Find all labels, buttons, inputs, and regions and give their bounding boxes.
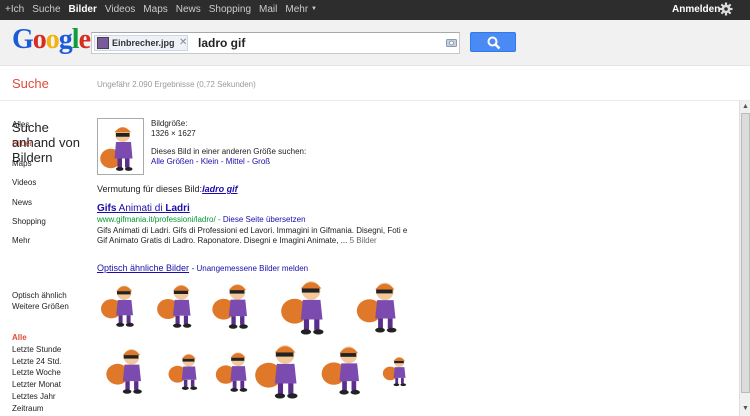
search-header: Google Einbrecher.jpg ✕ ladro gif [0,20,750,66]
chevron-down-icon: ▼ [310,6,317,12]
time-filter-month[interactable]: Letzter Monat [12,379,61,391]
scrollbar-thumb[interactable] [741,113,750,393]
result-snippet-line: Gifs Animati di Ladri. Gifs di Professio… [97,226,408,235]
similar-image-thumbnail[interactable] [265,274,349,336]
top-nav-plus-ich[interactable]: +Ich [5,4,24,15]
leftnav-visually-similar[interactable]: Optisch ähnlich [12,290,69,301]
best-guess: Vermutung für dieses Bild:ladro gif [97,184,238,194]
size-link-large[interactable]: Groß [252,157,270,166]
size-links: Alle Größen - Klein - Mittel - Groß [151,156,271,166]
result-snippet: Gifs Animati di Ladri. Gifs di Professio… [97,226,437,246]
chip-filename: Einbrecher.jpg [112,38,175,48]
translate-link[interactable]: Diese Seite übersetzen [223,215,306,224]
best-guess-label: Vermutung für dieses Bild: [97,184,203,194]
search-query-text[interactable]: ladro gif [198,36,245,50]
similar-image-thumbnail[interactable] [380,346,414,394]
image-size-value: 1326 × 1627 [151,128,196,138]
result-title-part: Gifs [97,203,117,214]
close-icon[interactable]: ✕ [179,37,187,48]
top-nav-suche[interactable]: Suche [32,4,60,15]
top-nav-mehr-label: Mehr [285,4,309,15]
top-nav-mehr[interactable]: Mehr ▼ [285,4,317,15]
search-icon [487,36,501,50]
similar-image-thumbnail[interactable] [97,276,145,332]
similar-images-link[interactable]: Optisch ähnliche Bilder [97,263,189,273]
top-nav-news[interactable]: News [176,4,201,15]
similar-image-thumbnail[interactable] [97,343,159,395]
camera-icon[interactable] [446,38,457,47]
size-link-medium[interactable]: Mittel [226,157,245,166]
image-query-chip[interactable]: Einbrecher.jpg ✕ [94,35,188,51]
other-sizes-label: Dieses Bild in einer anderen Größe suche… [151,147,307,156]
similar-image-thumbnail[interactable] [208,276,260,332]
image-size-label: Bildgröße: [151,119,188,128]
top-nav-videos[interactable]: Videos [105,4,135,15]
leftnav-more-sizes[interactable]: Weitere Größen [12,301,69,312]
top-nav-bilder[interactable]: Bilder [69,4,97,15]
similar-image-thumbnail[interactable] [165,346,207,394]
size-link-all[interactable]: Alle Größen [151,157,194,166]
top-nav-mail[interactable]: Mail [259,4,277,15]
search-input[interactable]: Einbrecher.jpg ✕ ladro gif [91,32,460,54]
page-scrollbar[interactable]: ▲ ▼ [739,101,750,416]
time-filter-hour[interactable]: Letzte Stunde [12,344,61,356]
result-more-images[interactable]: 5 Bilder [350,236,377,245]
result-url-text: www.gifmania.it/professioni/ladro/ [97,215,216,224]
time-filter-week[interactable]: Letzte Woche [12,367,61,379]
search-button[interactable] [470,32,516,52]
similar-image-thumbnail[interactable] [316,340,374,396]
page-title: Suche [12,76,49,91]
result-url: www.gifmania.it/professioni/ladro/ - Die… [97,215,306,224]
chip-thumbnail [97,37,109,49]
result-title-part: Animati di [116,203,166,214]
top-nav-shopping[interactable]: Shopping [209,4,251,15]
similar-image-thumbnail[interactable] [153,276,203,332]
time-filter-range[interactable]: Zeitraum [12,403,61,415]
search-by-image-title: Suche anhand von Bildern [12,120,80,165]
scroll-down-arrow-icon[interactable]: ▼ [741,404,750,414]
result-count: Ungefähr 2.090 Ergebnisse (0,72 Sekunden… [97,80,256,89]
time-filter-year[interactable]: Letztes Jahr [12,391,61,403]
leftnav-item-videos[interactable]: Videos [12,178,92,197]
search-by-image-links: Optisch ähnlich Weitere Größen [12,290,69,312]
burglar-image [100,127,133,171]
header-divider [0,100,750,101]
result-title-part: Ladri [165,203,190,214]
result-snippet-line: Gif Animato Gratis di Ladro. Raponatore.… [97,236,348,245]
leftnav-item-mehr[interactable]: Mehr [12,236,92,255]
leftnav-item-news[interactable]: News [12,198,92,217]
similar-images-heading: Optisch ähnliche Bilder - Unangemessene … [97,263,309,273]
leftnav-item-shopping[interactable]: Shopping [12,217,92,236]
similar-image-thumbnail[interactable] [250,338,312,400]
report-images-link[interactable]: Unangemessene Bilder melden [196,264,308,273]
similar-image-thumbnail[interactable] [352,276,410,334]
result-title-link[interactable]: Gifs Animati di Ladri [97,203,190,214]
signin-link[interactable]: Anmelden [672,4,720,15]
query-image-thumbnail[interactable] [97,118,144,175]
best-guess-link[interactable]: ladro gif [202,184,238,194]
top-nav-maps[interactable]: Maps [143,4,167,15]
scroll-up-arrow-icon[interactable]: ▲ [741,102,750,112]
image-info: Bildgröße: 1326 × 1627 Dieses Bild in ei… [151,119,306,166]
size-link-small[interactable]: Klein [201,157,219,166]
top-nav-links: +Ich Suche Bilder Videos Maps News Shopp… [5,4,317,15]
time-filter-all[interactable]: Alle [12,332,61,344]
google-logo[interactable]: Google [12,24,91,56]
top-nav-bar: +Ich Suche Bilder Videos Maps News Shopp… [0,0,750,20]
time-filter-list: Alle Letzte Stunde Letzte 24 Std. Letzte… [12,332,61,415]
gear-icon[interactable] [719,2,733,16]
time-filter-24h[interactable]: Letzte 24 Std. [12,356,61,368]
